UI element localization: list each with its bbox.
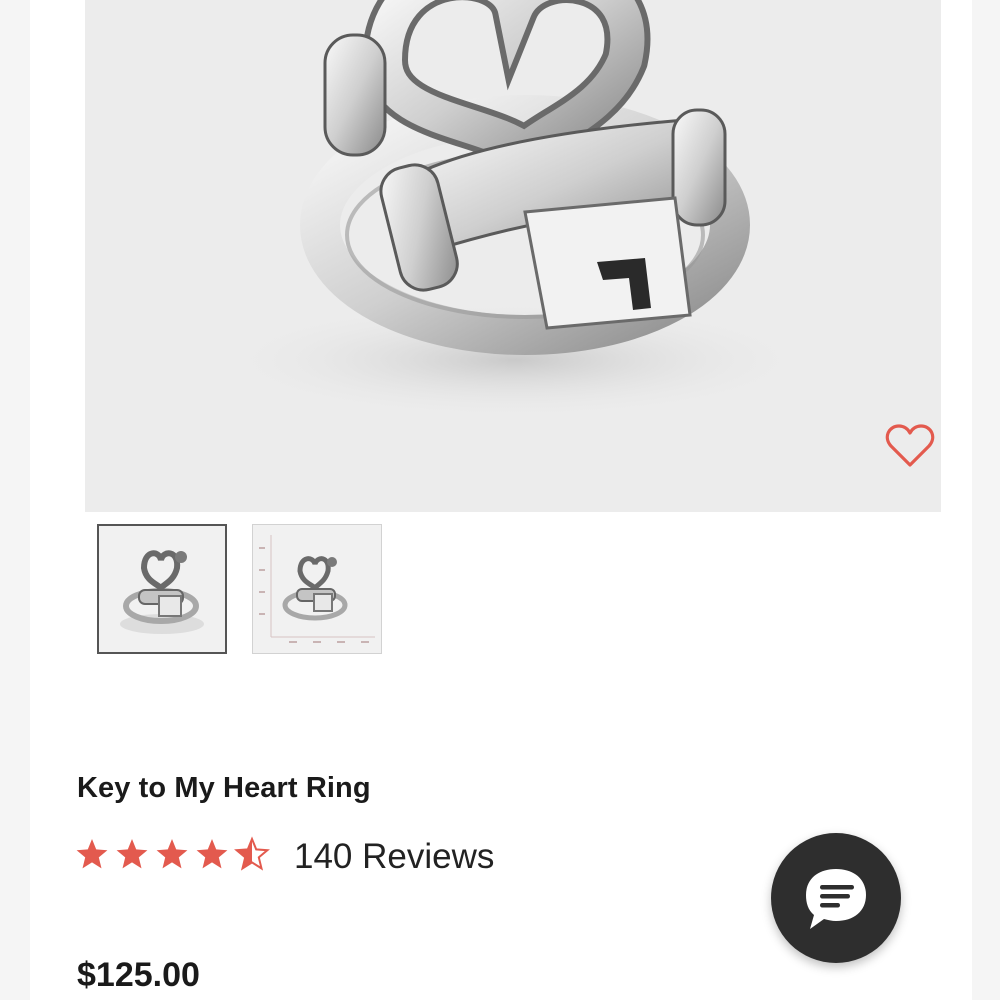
reviews-link[interactable]: 140 Reviews	[294, 837, 494, 877]
star-icon	[196, 839, 228, 869]
thumbnail-ring-photo[interactable]	[97, 524, 227, 654]
chat-button[interactable]	[771, 833, 901, 963]
star-rating	[75, 835, 275, 875]
ring-illustration	[215, 0, 815, 420]
ring-size-scale-icon	[259, 535, 375, 643]
thumbnail-ring-size-chart[interactable]	[252, 524, 382, 654]
product-title: Key to My Heart Ring	[77, 772, 371, 804]
product-main-image[interactable]	[85, 0, 941, 512]
star-icon	[156, 839, 188, 869]
chat-bubble-icon	[806, 869, 866, 929]
star-icon	[76, 839, 108, 869]
product-price: $125.00	[77, 956, 200, 994]
wishlist-heart-icon[interactable]	[885, 423, 935, 469]
star-icon	[116, 839, 148, 869]
ring-thumbnail-icon	[120, 550, 204, 634]
star-half-icon	[235, 838, 269, 870]
